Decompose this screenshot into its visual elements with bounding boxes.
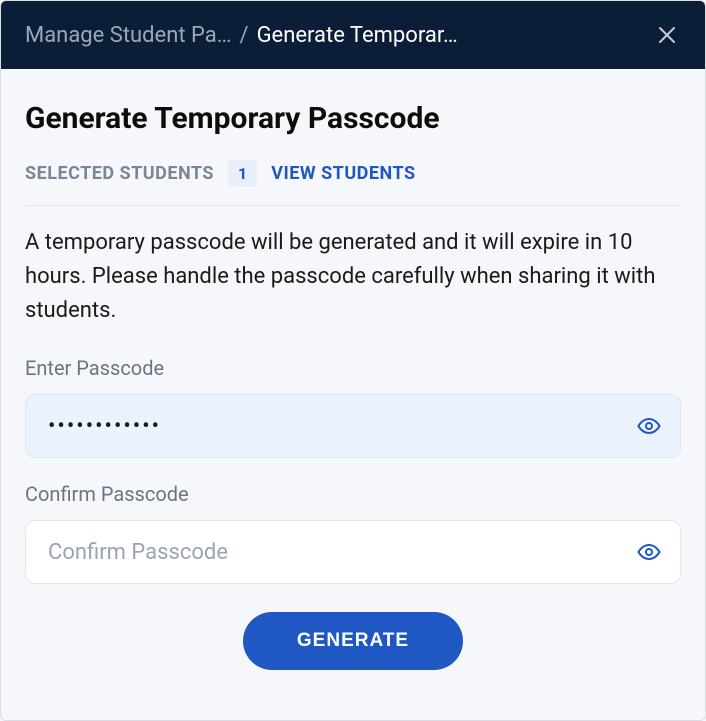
toggle-enter-passcode-visibility[interactable] (635, 412, 663, 440)
breadcrumb-prev[interactable]: Manage Student Pa… (25, 23, 231, 48)
breadcrumb: Manage Student Pa… / Generate Temporar… (25, 23, 641, 48)
confirm-passcode-input[interactable] (25, 520, 681, 584)
modal-footer: GENERATE (25, 612, 681, 670)
description-text: A temporary passcode will be generated a… (25, 226, 681, 328)
modal-body: Generate Temporary Passcode SELECTED STU… (1, 69, 705, 698)
eye-icon (637, 414, 661, 438)
selected-count-badge: 1 (228, 160, 257, 187)
close-icon (655, 23, 679, 47)
eye-icon (637, 540, 661, 564)
generate-button[interactable]: GENERATE (243, 612, 463, 670)
close-button[interactable] (653, 21, 681, 49)
confirm-passcode-wrap (25, 520, 681, 584)
page-title: Generate Temporary Passcode (25, 101, 681, 136)
selected-students-label: SELECTED STUDENTS (25, 163, 214, 184)
confirm-passcode-label: Confirm Passcode (25, 482, 681, 506)
breadcrumb-separator: / (239, 23, 248, 48)
selected-students-bar: SELECTED STUDENTS 1 VIEW STUDENTS (25, 160, 681, 206)
enter-passcode-wrap (25, 394, 681, 458)
confirm-passcode-group: Confirm Passcode (25, 482, 681, 584)
breadcrumb-current: Generate Temporar… (257, 23, 458, 48)
view-students-link[interactable]: VIEW STUDENTS (271, 163, 415, 184)
generate-passcode-modal: Manage Student Pa… / Generate Temporar… … (0, 0, 706, 721)
enter-passcode-input[interactable] (25, 394, 681, 458)
modal-header: Manage Student Pa… / Generate Temporar… (1, 1, 705, 69)
toggle-confirm-passcode-visibility[interactable] (635, 538, 663, 566)
enter-passcode-group: Enter Passcode (25, 356, 681, 458)
enter-passcode-label: Enter Passcode (25, 356, 681, 380)
